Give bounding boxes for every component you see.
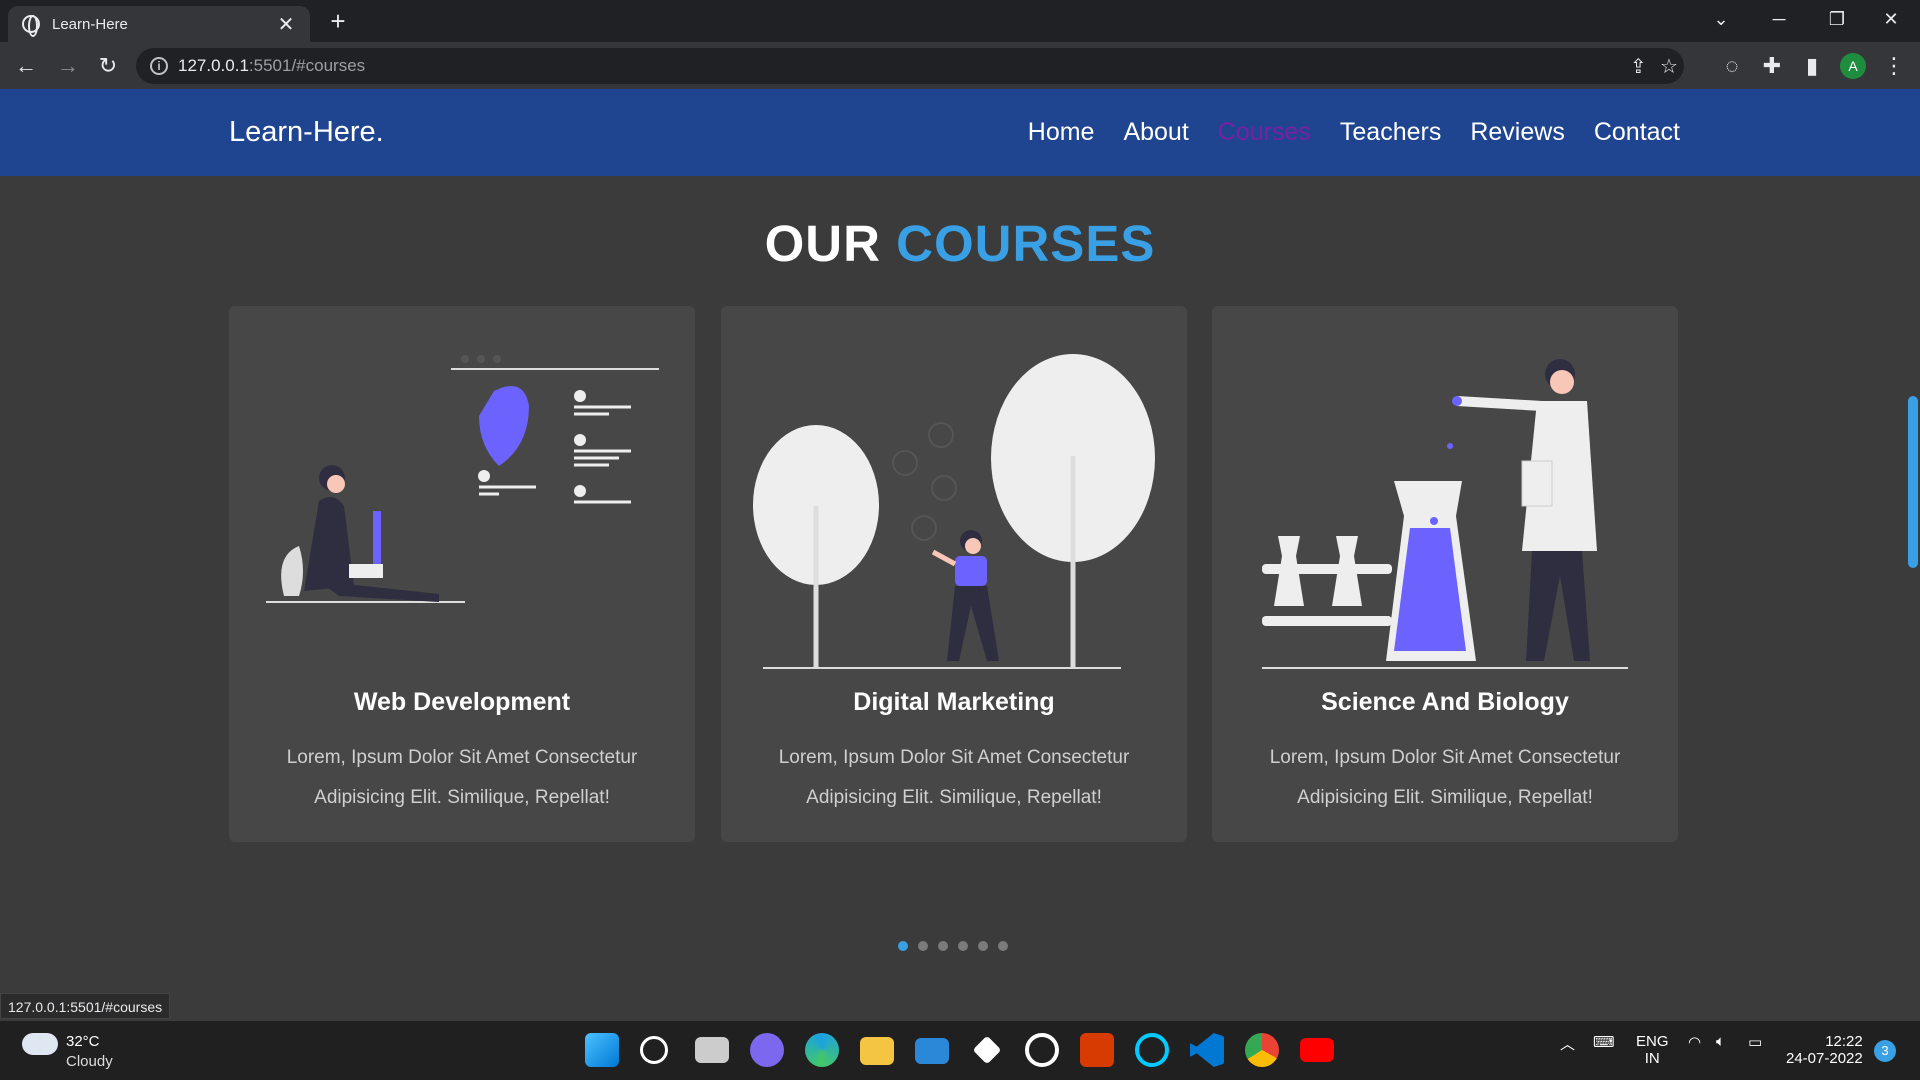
share-icon[interactable]: ⇪ — [1630, 54, 1647, 79]
slider-dot[interactable] — [918, 941, 928, 951]
site-info-icon[interactable]: i — [150, 57, 168, 75]
language-indicator[interactable]: ENG IN — [1636, 1033, 1669, 1067]
main-nav: Home About Courses Teachers Reviews Contact — [999, 118, 1680, 147]
alexa-icon[interactable] — [1135, 1033, 1169, 1067]
windows-taskbar: 32°C Cloudy ︿ ⌨ ENG IN ◠ 🔈︎ ▭ 12:22 24-0… — [0, 1021, 1920, 1080]
slider-dot[interactable] — [938, 941, 948, 951]
close-tab-icon[interactable]: ✕ — [276, 12, 296, 37]
url-path: :5501/#courses — [248, 56, 366, 75]
teams-chat-icon[interactable] — [750, 1033, 784, 1067]
back-arrow-icon[interactable]: ← — [10, 50, 42, 82]
slider-dot[interactable] — [978, 941, 988, 951]
keyboard-icon[interactable]: ⌨ — [1593, 1033, 1615, 1051]
nav-link-reviews[interactable]: Reviews — [1470, 118, 1564, 147]
task-view-icon[interactable] — [695, 1037, 729, 1063]
minimize-button[interactable]: ─ — [1750, 0, 1808, 38]
bookmark-star-icon[interactable]: ☆ — [1660, 54, 1678, 79]
web-development-illustration — [266, 355, 659, 603]
new-tab-button[interactable]: + — [322, 6, 354, 38]
office-icon[interactable] — [1080, 1033, 1114, 1067]
nav-link-contact[interactable]: Contact — [1594, 118, 1680, 147]
course-title: Web Development — [353, 688, 571, 716]
course-card-web-development[interactable]: Web Development Lorem, Ipsum Dolor Sit A… — [229, 306, 695, 842]
course-description: Lorem, Ipsum Dolor Sit Amet Consectetur … — [286, 747, 638, 808]
clock-date: 24-07-2022 — [1786, 1050, 1863, 1067]
nav-link-about[interactable]: About — [1123, 118, 1188, 147]
url-host: 127.0.0.1 — [178, 56, 249, 75]
tab-title: Learn-Here — [52, 15, 128, 33]
clock[interactable]: 12:22 24-07-2022 — [1786, 1033, 1863, 1067]
vscode-icon[interactable] — [1190, 1033, 1224, 1067]
scrollbar-thumb[interactable] — [1908, 396, 1918, 568]
more-menu-icon[interactable]: ⋮ — [1878, 50, 1910, 82]
browser-tab-strip: Learn-Here ✕ + ⌄ ─ ❐ ✕ — [0, 0, 1920, 42]
address-bar[interactable]: i 127.0.0.1:5501/#courses ⇪ ☆ — [136, 48, 1684, 84]
chrome-icon[interactable] — [1245, 1033, 1279, 1067]
course-description: Lorem, Ipsum Dolor Sit Amet Consectetur … — [778, 747, 1130, 808]
section-heading: OUR COURSES — [0, 214, 1920, 273]
profile-avatar[interactable]: A — [1840, 53, 1866, 79]
tab-search-icon[interactable]: ⌄ — [1692, 0, 1750, 38]
nav-link-home[interactable]: Home — [1028, 118, 1095, 147]
mail-icon[interactable] — [915, 1038, 949, 1064]
language-code: ENG — [1636, 1033, 1669, 1050]
forward-arrow-icon[interactable]: → — [52, 50, 84, 82]
course-description: Lorem, Ipsum Dolor Sit Amet Consectetur … — [1269, 747, 1621, 808]
heading-main: OUR — [764, 215, 881, 272]
volume-icon[interactable]: 🔈︎ — [1716, 1033, 1725, 1050]
heading-accent: COURSES — [896, 215, 1156, 272]
address-url: 127.0.0.1:5501/#courses — [178, 56, 365, 76]
file-explorer-icon[interactable] — [860, 1037, 894, 1065]
course-card-digital-marketing[interactable]: Digital Marketing Lorem, Ipsum Dolor Sit… — [721, 306, 1187, 842]
github-desktop-icon[interactable] — [1025, 1033, 1059, 1067]
science-biology-illustration — [1262, 359, 1628, 669]
edge-icon[interactable] — [805, 1033, 839, 1067]
windows-start-icon[interactable] — [585, 1033, 619, 1067]
wifi-icon[interactable]: ◠ — [1688, 1033, 1701, 1051]
youtube-icon[interactable] — [1300, 1038, 1334, 1062]
weather-description[interactable]: Cloudy — [66, 1053, 113, 1070]
link-status-bar: 127.0.0.1:5501/#courses — [0, 993, 171, 1019]
course-card-science-biology[interactable]: Science And Biology Lorem, Ipsum Dolor S… — [1212, 306, 1678, 842]
browser-tab[interactable]: Learn-Here ✕ — [8, 6, 310, 42]
extensions-puzzle-icon[interactable]: ✚ — [1756, 50, 1788, 82]
region-code: IN — [1644, 1050, 1660, 1067]
weather-temperature[interactable]: 32°C — [66, 1033, 100, 1050]
dropbox-icon[interactable] — [972, 1035, 1002, 1065]
notification-badge[interactable]: 3 — [1874, 1040, 1896, 1062]
reload-icon[interactable]: ↻ — [92, 50, 124, 82]
slider-dot[interactable] — [898, 941, 908, 951]
digital-marketing-illustration — [753, 354, 1155, 669]
course-title: Digital Marketing — [853, 688, 1055, 716]
globe-icon — [22, 15, 40, 37]
show-hidden-icons-chevron-icon[interactable]: ︿ — [1560, 1033, 1575, 1054]
slider-dot[interactable] — [958, 941, 968, 951]
slider-pagination — [898, 941, 1018, 951]
restore-button[interactable]: ❐ — [1808, 0, 1866, 38]
course-title: Science And Biology — [1321, 688, 1569, 716]
close-window-button[interactable]: ✕ — [1862, 0, 1920, 38]
browser-toolbar: ← → ↻ i 127.0.0.1:5501/#courses ⇪ ☆ ◌ ✚ … — [0, 42, 1920, 89]
search-icon[interactable] — [640, 1036, 668, 1064]
slider-dot[interactable] — [998, 941, 1008, 951]
side-panel-icon[interactable]: ▮ — [1796, 50, 1828, 82]
site-header: Learn-Here. Home About Courses Teachers Revi… — [0, 89, 1920, 176]
cloud-icon[interactable] — [22, 1033, 58, 1055]
site-logo[interactable]: Learn-Here. — [229, 116, 384, 149]
nav-link-courses[interactable]: Courses — [1218, 118, 1311, 147]
sync-icon[interactable]: ◌ — [1716, 50, 1748, 82]
clock-time: 12:22 — [1825, 1033, 1863, 1050]
nav-link-teachers[interactable]: Teachers — [1340, 118, 1441, 147]
battery-icon[interactable]: ▭ — [1748, 1033, 1762, 1051]
